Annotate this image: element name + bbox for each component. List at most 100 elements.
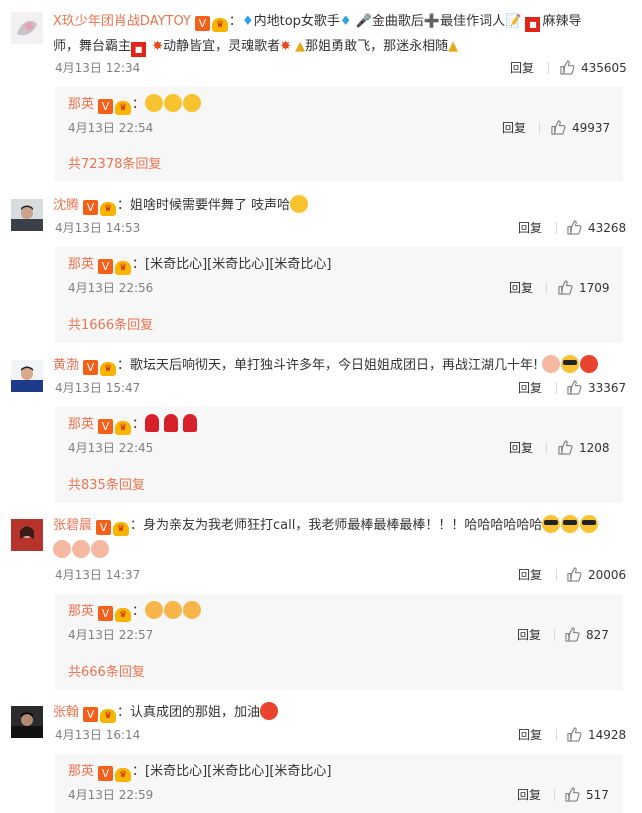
comment-text: 黄渤 V ♛ ：歌坛天后响彻天，单打独斗许多年，今日姐姐成团日，再战江湖几十年! <box>53 353 623 378</box>
reply-button[interactable]: 回复 <box>509 438 533 458</box>
timestamp: 4月13日 14:37 <box>55 568 141 582</box>
thumbs-up-icon <box>567 567 582 582</box>
hug-emoji-icon <box>290 195 309 213</box>
like-button[interactable]: 49937 <box>551 118 610 138</box>
like-button[interactable]: 1208 <box>558 438 610 458</box>
avatar[interactable] <box>11 360 43 392</box>
party-popper-icon: ▲ <box>295 39 306 54</box>
divider <box>556 569 557 581</box>
username[interactable]: 那英 <box>68 257 94 272</box>
reply-meta: 4月13日 22:57 回复 827 <box>68 625 616 645</box>
timestamp: 4月13日 15:47 <box>55 381 141 395</box>
crown-vip-icon: ♛ <box>115 261 132 275</box>
comment-text: 张翰 V ♛ ：认真成团的那姐，加油 <box>53 700 623 725</box>
thumbs-up-icon <box>551 120 566 135</box>
timestamp: 4月13日 22:54 <box>68 121 154 135</box>
party-popper-icon: ▲ <box>448 39 459 54</box>
reply-button[interactable]: 回复 <box>518 378 542 398</box>
reply-button[interactable]: 回复 <box>518 565 542 585</box>
reply-button[interactable]: 回复 <box>517 625 541 645</box>
crying-emoji-icon <box>53 540 71 558</box>
sunglasses-emoji-icon <box>542 515 561 533</box>
verified-v-icon: V <box>98 259 114 274</box>
more-replies-link[interactable]: 共1666条回复 <box>68 314 153 333</box>
like-button[interactable]: 14928 <box>567 725 626 745</box>
like-count: 43268 <box>588 221 627 235</box>
thumbs-up-icon <box>565 627 580 642</box>
thumbs-up-icon <box>567 727 582 742</box>
thumbs-up-icon <box>565 787 580 802</box>
explosion-icon: ✸ <box>280 39 291 54</box>
reply-button[interactable]: 回复 <box>518 218 542 238</box>
more-replies-link[interactable]: 共666条回复 <box>68 661 145 680</box>
reply-box: 那英 V ♛： 4月13日 22:45 回复 1208 共835条回复 <box>55 407 623 503</box>
reply-meta: 4月13日 22:54 回复 49937 <box>68 118 616 138</box>
like-button[interactable]: 1709 <box>558 278 610 298</box>
rose-icon <box>145 414 160 432</box>
red-envelope-emoji-icon <box>580 355 599 373</box>
crown-vip-icon: ♛ <box>115 101 132 115</box>
username[interactable]: 张翰 <box>53 705 79 720</box>
like-button[interactable]: 827 <box>565 625 609 645</box>
avatar[interactable] <box>11 199 43 231</box>
avatar[interactable] <box>11 519 43 551</box>
divider <box>556 729 557 741</box>
fist-emoji-icon <box>260 702 279 720</box>
reply-button[interactable]: 回复 <box>510 58 534 78</box>
comment-text: 张碧晨 V ♛ ：身为亲友为我老师狂打call，我老师最棒最棒最棒！！！哈哈哈哈哈哈 <box>53 513 623 563</box>
username[interactable]: X玖少年团肖战DAYTOY <box>53 14 191 29</box>
username[interactable]: 黄渤 <box>53 358 79 373</box>
like-button[interactable]: 33367 <box>567 378 626 398</box>
plus-icon: ➕ <box>423 14 441 29</box>
crown-vip-icon: ♛ <box>113 522 130 536</box>
username[interactable]: 那英 <box>68 97 94 112</box>
timestamp: 4月13日 14:53 <box>55 221 141 235</box>
crown-vip-icon: ♛ <box>115 768 132 782</box>
diamond-icon: ♦ <box>241 14 254 29</box>
thumbs-up-icon <box>560 60 575 75</box>
like-count: 49937 <box>572 121 611 135</box>
like-button[interactable]: 435605 <box>560 58 627 78</box>
reply-button[interactable]: 回复 <box>518 725 542 745</box>
username[interactable]: 那英 <box>68 417 94 432</box>
reply-button[interactable]: 回复 <box>509 278 533 298</box>
crown-vip-icon: ♛ <box>115 608 132 622</box>
reply-button[interactable]: 回复 <box>517 785 541 805</box>
kiss-emoji-icon <box>145 601 164 619</box>
red-badge-icon: ■ <box>525 17 541 32</box>
avatar[interactable] <box>11 12 43 44</box>
comment-meta: 4月13日 14:53 回复 43268 <box>55 218 627 238</box>
like-count: 517 <box>586 788 609 802</box>
kiss-emoji-icon <box>164 601 183 619</box>
like-button[interactable]: 517 <box>565 785 609 805</box>
username[interactable]: 张碧晨 <box>53 518 92 533</box>
reply-button[interactable]: 回复 <box>502 118 526 138</box>
like-button[interactable]: 43268 <box>567 218 626 238</box>
username[interactable]: 沈腾 <box>53 198 79 213</box>
more-replies-link[interactable]: 共835条回复 <box>68 474 145 493</box>
kiss-emoji-icon <box>183 601 202 619</box>
reply-box: 那英 V ♛： 4月13日 22:54 回复 49937 共72378条回复 <box>55 87 623 181</box>
crown-vip-icon: ♛ <box>100 202 117 216</box>
verified-v-icon: V <box>194 16 210 31</box>
reply-text: 那英 V ♛： <box>68 599 613 624</box>
comment-text: 沈腾 V ♛ ：姐啥时候需要伴舞了 吱声哈 <box>53 193 623 218</box>
avatar[interactable] <box>11 706 43 738</box>
verified-v-icon: V <box>98 766 114 781</box>
divider <box>554 629 555 641</box>
more-replies-link[interactable]: 共72378条回复 <box>68 153 161 172</box>
reply-text: 那英 V ♛： <box>68 92 613 117</box>
username[interactable]: 那英 <box>68 604 94 619</box>
sunglasses-emoji-icon <box>580 515 599 533</box>
like-button[interactable]: 20006 <box>567 565 626 585</box>
like-count: 20006 <box>588 568 627 582</box>
divider <box>548 62 549 74</box>
reply-meta: 4月13日 22:56 回复 1709 <box>68 278 616 298</box>
sunglasses-emoji-icon <box>561 515 580 533</box>
reply-text: 那英 V ♛ ：[米奇比心][米奇比心][米奇比心] <box>68 257 332 275</box>
divider <box>556 222 557 234</box>
divider <box>546 442 547 454</box>
like-count: 1709 <box>579 281 610 295</box>
username[interactable]: 那英 <box>68 764 94 779</box>
crying-emoji-icon <box>91 540 109 558</box>
